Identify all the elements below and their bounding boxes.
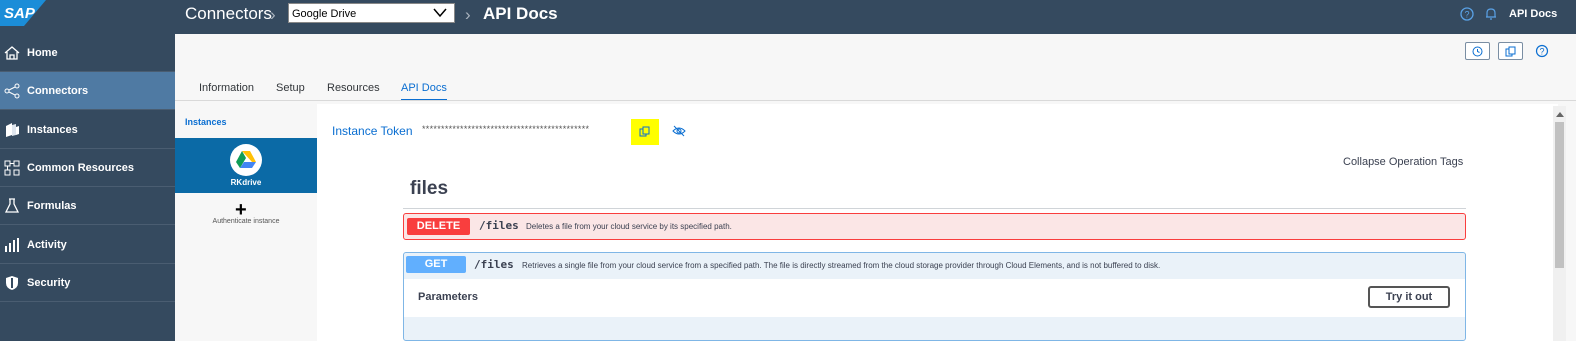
operation-path: /files xyxy=(474,258,514,271)
operation-summary: Retrieves a single file from your cloud … xyxy=(522,261,1161,270)
scrollbar-thumb[interactable] xyxy=(1555,122,1564,268)
authenticate-instance-link[interactable]: Authenticate instance xyxy=(175,218,317,225)
tab-resources[interactable]: Resources xyxy=(327,82,380,94)
sidebar-item-activity[interactable]: Activity xyxy=(0,226,175,264)
svg-text:?: ? xyxy=(1540,47,1545,57)
sidebar-item-label: Common Resources xyxy=(27,162,134,174)
network-icon xyxy=(4,160,20,176)
tab-divider xyxy=(175,100,1576,101)
sidebar-item-label: Instances xyxy=(27,124,78,136)
help-icon[interactable]: ? xyxy=(1460,7,1474,21)
tab-information[interactable]: Information xyxy=(199,82,254,94)
page-title: API Docs xyxy=(483,4,558,23)
sidebar-item-label: Security xyxy=(27,277,71,289)
copy-token-button[interactable] xyxy=(631,119,659,145)
shield-icon xyxy=(6,276,18,290)
connector-select[interactable]: Google Drive xyxy=(288,3,455,23)
instance-token-value: ****************************************… xyxy=(422,124,590,134)
scroll-up-icon[interactable] xyxy=(1556,112,1564,117)
sidebar-item-label: Activity xyxy=(27,239,67,251)
user-menu[interactable]: API Docs xyxy=(1509,8,1557,20)
sidebar-item-home[interactable]: Home xyxy=(0,34,175,72)
copy-icon xyxy=(639,126,650,137)
sidebar-item-label: Connectors xyxy=(27,85,89,97)
sidebar-item-security[interactable]: Security xyxy=(0,264,175,302)
parameters-title: Parameters xyxy=(418,291,478,303)
clock-icon xyxy=(1472,46,1483,57)
copy-icon xyxy=(1505,46,1516,57)
bell-icon[interactable] xyxy=(1484,7,1498,21)
breadcrumb-separator-icon: › xyxy=(465,5,471,24)
app-root: SAP Connectors › Google Drive › API Docs… xyxy=(0,0,1576,341)
eye-slash-icon[interactable] xyxy=(672,125,686,137)
sidebar-item-instances[interactable]: Instances xyxy=(0,111,175,149)
method-badge: GET xyxy=(406,256,466,273)
bar-chart-icon xyxy=(5,238,19,252)
logo-text: SAP xyxy=(4,5,36,22)
share-icon xyxy=(4,83,20,99)
google-drive-logo xyxy=(230,144,262,176)
tab-setup[interactable]: Setup xyxy=(276,82,305,94)
sidebar: Home Connectors Instances Common Resourc… xyxy=(0,34,175,341)
breadcrumb-separator-icon: › xyxy=(270,5,276,24)
operation-get-files[interactable]: GET /files Retrieves a single file from … xyxy=(403,252,1466,341)
sap-logo[interactable]: SAP xyxy=(0,0,46,26)
instance-token-label: Instance Token xyxy=(332,124,413,138)
try-it-out-button[interactable]: Try it out xyxy=(1368,286,1450,308)
parameters-section: Parameters Try it out xyxy=(404,279,1465,317)
tag-title[interactable]: files xyxy=(410,178,448,200)
collapse-operation-tags-button[interactable]: Collapse Operation Tags xyxy=(1343,156,1463,168)
home-icon xyxy=(4,46,20,60)
top-bar: SAP Connectors › Google Drive › API Docs… xyxy=(0,0,1576,34)
operation-delete-files[interactable]: DELETE /files Deletes a file from your c… xyxy=(403,213,1466,240)
chevron-down-icon xyxy=(433,8,447,18)
sidebar-item-label: Home xyxy=(27,47,58,59)
operation-path: /files xyxy=(479,219,519,232)
content-area: ? Information Setup Resources API Docs I… xyxy=(175,34,1576,341)
sidebar-item-common-resources[interactable]: Common Resources xyxy=(0,149,175,187)
history-button[interactable] xyxy=(1465,42,1490,60)
tag-divider xyxy=(403,208,1466,209)
instances-title: Instances xyxy=(185,117,227,127)
instances-icon xyxy=(6,123,19,137)
method-badge: DELETE xyxy=(407,218,470,235)
sidebar-item-formulas[interactable]: Formulas xyxy=(0,187,175,225)
breadcrumb-connectors[interactable]: Connectors xyxy=(185,4,272,24)
help-icon[interactable]: ? xyxy=(1535,44,1549,58)
copy-header-button[interactable] xyxy=(1498,42,1523,60)
sidebar-item-connectors[interactable]: Connectors xyxy=(0,72,175,110)
flask-icon xyxy=(4,198,20,213)
connector-select-value: Google Drive xyxy=(292,8,357,20)
svg-text:?: ? xyxy=(1465,10,1470,20)
tab-api-docs[interactable]: API Docs xyxy=(401,82,447,101)
vertical-scrollbar[interactable] xyxy=(1553,106,1566,341)
instance-name: RKdrive xyxy=(230,178,262,187)
operation-summary: Deletes a file from your cloud service b… xyxy=(526,222,732,231)
instance-card[interactable]: RKdrive xyxy=(175,138,317,193)
api-docs-panel: Instance Token *************************… xyxy=(317,104,1558,341)
sidebar-item-label: Formulas xyxy=(27,200,77,212)
